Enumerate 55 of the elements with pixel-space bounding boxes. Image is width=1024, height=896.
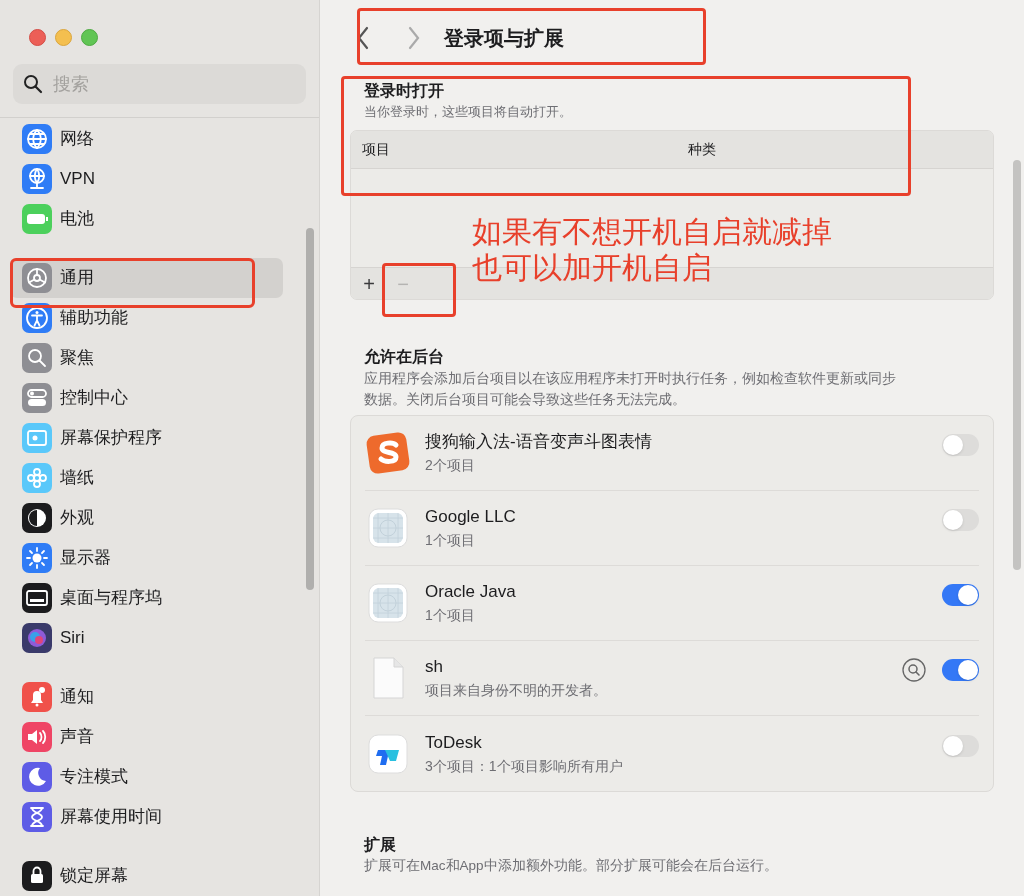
sidebar-item[interactable]: 墙纸: [10, 458, 283, 498]
sidebar-item[interactable]: 桌面与程序坞: [10, 578, 283, 618]
sidebar-item[interactable]: 通知: [10, 677, 283, 717]
app-detail: 3个项目：1个项目影响所有用户: [425, 756, 624, 776]
sidebar-item[interactable]: Siri: [10, 618, 283, 658]
search-icon[interactable]: [902, 658, 926, 682]
sidebar-item[interactable]: 显示器: [10, 538, 283, 578]
search-field[interactable]: 搜索: [13, 64, 306, 104]
sidebar-item[interactable]: 屏幕使用时间: [10, 797, 283, 837]
toggle-switch[interactable]: [942, 659, 979, 681]
toggle-switch[interactable]: [942, 509, 979, 531]
section-title: 登录时打开: [364, 81, 445, 101]
app-name: 搜狗输入法-语音变声斗图表情: [425, 431, 653, 453]
toggle-switch[interactable]: [942, 734, 979, 757]
window-title: 登录项与扩展: [444, 26, 564, 51]
sidebar-item[interactable]: 控制中心: [10, 378, 283, 418]
sidebar-item[interactable]: VPN: [10, 159, 283, 199]
column-header: 项目: [361, 140, 391, 159]
sidebar-item[interactable]: 电池: [10, 199, 283, 239]
close-button[interactable]: [29, 29, 46, 46]
search-icon: [23, 74, 43, 94]
app-detail: 2个项目: [425, 456, 476, 475]
sidebar-item[interactable]: 屏幕保护程序: [10, 418, 283, 458]
sidebar-item[interactable]: 声音: [10, 717, 283, 757]
sidebar-item[interactable]: 辅助功能: [10, 298, 283, 338]
section-description: 当你登录时，这些项目将自动打开。: [364, 103, 573, 121]
section-title: 扩展: [364, 835, 397, 855]
sidebar-item[interactable]: 外观: [10, 498, 283, 538]
zoom-button[interactable]: [81, 29, 98, 46]
minimize-button[interactable]: [55, 29, 72, 46]
app-detail: 项目来自身份不明的开发者。: [425, 681, 608, 700]
app-name: Oracle Java: [425, 581, 517, 603]
sidebar-item[interactable]: 专注模式: [10, 757, 283, 797]
section-title: 允许在后台: [364, 347, 445, 367]
column-header: 种类: [688, 140, 716, 159]
add-button[interactable]: +: [357, 271, 381, 296]
scrollbar-thumb[interactable]: [306, 228, 314, 590]
app-name: sh: [425, 656, 444, 678]
scrollbar-thumb[interactable]: [1013, 160, 1021, 570]
annotation-text: 如果有不想开机自启就减掉: [472, 214, 832, 250]
app-detail: 1个项目: [425, 531, 476, 550]
app-detail: 1个项目: [425, 606, 476, 625]
app-name: ToDesk: [425, 731, 483, 754]
section-description: 应用程序会添加后台项目以在该应用程序未打开时执行任务，例如检查软件更新或同步数据。关闭后台项目可能会导致这些任务无法完成。: [364, 369, 897, 409]
app-name: Google LLC: [425, 506, 517, 528]
sidebar-item[interactable]: 聚焦: [10, 338, 283, 378]
sidebar-item[interactable]: 网络: [10, 119, 283, 159]
app-icon: [365, 580, 411, 626]
app-icon: [365, 505, 411, 551]
toggle-switch[interactable]: [942, 434, 979, 456]
sidebar-item[interactable]: 锁定屏幕: [10, 856, 283, 896]
annotation-text: 也可以加开机自启: [472, 250, 713, 286]
toggle-switch[interactable]: [942, 584, 979, 606]
forward-icon[interactable]: [407, 26, 421, 50]
section-description: 扩展可在Mac和App中添加额外功能。部分扩展可能会在后台运行。: [364, 857, 779, 875]
